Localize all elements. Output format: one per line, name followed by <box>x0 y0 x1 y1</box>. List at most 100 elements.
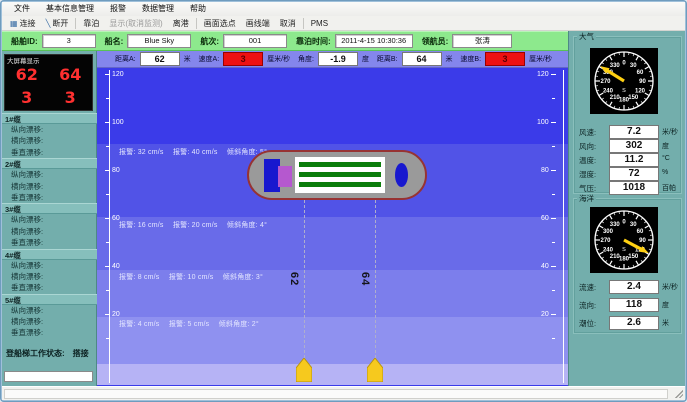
scale-label: 40 <box>112 263 120 270</box>
scale-tick <box>105 122 110 123</box>
info-field-value[interactable]: Blue Sky <box>127 34 191 48</box>
toolbar-separator <box>75 18 76 29</box>
deck-stripe <box>299 172 381 177</box>
menu-item[interactable]: 文件 <box>6 2 38 16</box>
panel-row-unit: 百帕 <box>662 183 676 193</box>
svg-text:90: 90 <box>639 79 646 85</box>
svg-text:60: 60 <box>637 70 644 76</box>
panel-row: 气压:1018百帕 <box>574 181 683 194</box>
toolbar-button-label: 靠泊 <box>83 18 99 29</box>
info-field-value[interactable]: 2011-4-15 10:30:36 <box>335 34 413 48</box>
toolbar-button[interactable]: 画面选点 <box>199 17 241 30</box>
gangway-status: 登船梯工作状态: 搭接 <box>6 348 89 359</box>
svg-text:210: 210 <box>610 254 621 260</box>
distance-band <box>97 68 568 144</box>
toolbar-button[interactable]: 取消 <box>275 17 301 30</box>
scale-label: 120 <box>537 71 549 78</box>
scale-label: 100 <box>112 119 124 126</box>
toolbar-button[interactable]: ╲断开 <box>41 17 74 30</box>
panel-row-unit: 度 <box>662 141 669 151</box>
svg-text:240: 240 <box>603 247 614 253</box>
readout-unit: 厘米/秒 <box>529 54 552 64</box>
toolbar-button-label: 断开 <box>52 18 68 29</box>
info-field-value[interactable]: 张涛 <box>452 34 512 48</box>
measure-line-a <box>304 200 305 368</box>
scale-tick <box>552 194 555 195</box>
toolbar-button-label: 画线端 <box>246 18 270 29</box>
panel-row-label: 温度: <box>579 155 596 166</box>
toolbar-button[interactable]: 靠泊 <box>78 17 104 30</box>
application-window: 文件基本信息管理报警数据管理帮助 ▦连接╲断开靠泊显示(取消监测)离港画面选点画… <box>0 0 687 402</box>
scale-tick <box>551 170 556 171</box>
toolbar-button-label: 画面选点 <box>204 18 236 29</box>
cable-drift-label: 垂直漂移: <box>2 282 97 293</box>
toolbar-button-label: 连接 <box>20 18 36 29</box>
scale-tick <box>105 170 110 171</box>
svg-text:150: 150 <box>628 254 639 260</box>
gangway-status-value: 搭接 <box>73 348 89 359</box>
left-sidebar: 大屏幕显示 626433 1#缆纵向漂移:横向漂移:垂直漂移:2#缆纵向漂移:横… <box>2 51 97 386</box>
resize-grip-icon[interactable] <box>674 389 683 398</box>
scale-label: 80 <box>541 167 549 174</box>
panel-row-value: 118 <box>609 298 659 312</box>
distance-label-a: 62 <box>288 272 300 286</box>
display-value: 3 <box>5 86 49 109</box>
scale-label: 60 <box>541 215 549 222</box>
cable-drift-label: 纵向漂移: <box>2 124 97 135</box>
toolbar-button[interactable]: ▦连接 <box>5 17 41 30</box>
scale-tick <box>106 338 109 339</box>
cable-drift-label: 纵向漂移: <box>2 305 97 316</box>
cable-drift-label: 垂直漂移: <box>2 237 97 248</box>
current-direction-gauge: 0306090120150180210240270300330S <box>590 207 658 273</box>
readout-value: 62 <box>140 52 180 66</box>
info-field-label: 航次: <box>200 36 219 47</box>
toolbar-button[interactable]: 离港 <box>168 17 194 30</box>
display-panel-values: 626433 <box>5 63 92 109</box>
readout-unit: 度 <box>362 54 369 64</box>
cable-group-header: 5#缆 <box>2 294 97 305</box>
cable-drift-label: 纵向漂移: <box>2 214 97 225</box>
info-field-value[interactable]: 001 <box>223 34 287 48</box>
weather-title: 大气 <box>577 32 596 41</box>
toolbar-button[interactable]: PMS <box>306 17 333 30</box>
info-field: 船名:Blue Sky <box>105 34 192 48</box>
distance-label-b: 64 <box>359 272 371 286</box>
environment-panel: 大气 0306090120150180210240270300330S 风速:7… <box>568 31 685 386</box>
scale-label: 80 <box>112 167 120 174</box>
info-field-value[interactable]: 3 <box>42 34 96 48</box>
cable-group: 2#缆纵向漂移:横向漂移:垂直漂移: <box>2 158 97 203</box>
left-scale-ruler <box>109 70 110 383</box>
deck-stripe <box>299 182 381 187</box>
scale-tick <box>551 122 556 123</box>
scale-label: 20 <box>112 311 120 318</box>
toolbar-button: 显示(取消监测) <box>104 17 167 30</box>
sidebar-status-field <box>4 371 93 382</box>
menu-item[interactable]: 帮助 <box>182 2 214 16</box>
menu-item[interactable]: 基本信息管理 <box>38 2 102 16</box>
cable-group: 5#缆纵向漂移:横向漂移:垂直漂移: <box>2 294 97 339</box>
status-field <box>4 389 668 399</box>
panel-row-unit: 米/秒 <box>662 127 678 137</box>
readout-label: 距离A: <box>115 54 136 64</box>
client-area: 文件基本信息管理报警数据管理帮助 ▦连接╲断开靠泊显示(取消监测)离港画面选点画… <box>2 2 685 400</box>
info-field-label: 船名: <box>105 36 124 47</box>
berthing-plot[interactable]: 1201201001008080606040402020 报警: 32 cm/s… <box>97 68 568 386</box>
readout-item: 距离A:62米 <box>115 52 191 66</box>
scale-label: 20 <box>541 311 549 318</box>
toolbar-button[interactable]: 画线端 <box>241 17 275 30</box>
scale-tick <box>552 146 555 147</box>
menu-item[interactable]: 数据管理 <box>134 2 182 16</box>
scale-tick <box>552 290 555 291</box>
panel-row-value: 302 <box>609 139 659 153</box>
status-bar <box>2 386 685 400</box>
panel-row-label: 流向: <box>579 300 596 311</box>
panel-row: 流速:2.4米/秒 <box>574 280 683 293</box>
scale-tick <box>551 266 556 267</box>
panel-row-label: 流速: <box>579 282 596 293</box>
cable-drift-list: 1#缆纵向漂移:横向漂移:垂直漂移:2#缆纵向漂移:横向漂移:垂直漂移:3#缆纵… <box>2 113 97 339</box>
menu-bar: 文件基本信息管理报警数据管理帮助 <box>2 2 685 16</box>
info-field: 靠泊时间:2011-4-15 10:30:36 <box>296 34 413 48</box>
big-screen-display-panel: 大屏幕显示 626433 <box>4 54 93 111</box>
menu-item[interactable]: 报警 <box>102 2 134 16</box>
toolbar-button-label: 取消 <box>280 18 296 29</box>
